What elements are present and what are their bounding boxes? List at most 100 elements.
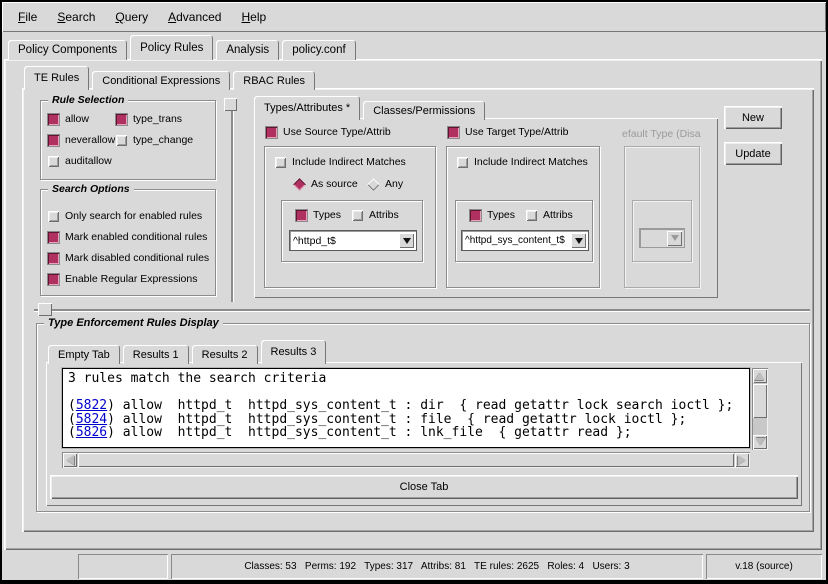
checkbox-indicator [275, 157, 286, 168]
checkbox-indicator [470, 210, 481, 221]
checkbox-use-target[interactable]: Use Target Type/Attrib [448, 126, 569, 138]
arrow-left-icon [66, 455, 74, 465]
tab-label: Results 1 [133, 349, 179, 361]
menu-advanced[interactable]: Advanced [158, 6, 231, 28]
checkbox-only-enabled[interactable]: Only search for enabled rules [48, 210, 209, 222]
tab-results-2[interactable]: Results 2 [192, 345, 258, 364]
arrow-down-icon [755, 438, 765, 446]
source-frame: Include Indirect Matches As source Any T… [264, 146, 436, 288]
checkbox-target-types[interactable]: Types [470, 209, 515, 221]
default-type-combobox [639, 228, 685, 248]
vertical-sash[interactable] [231, 98, 233, 302]
results-summary: 3 rules match the search criteria [68, 372, 744, 386]
checkbox-type-change[interactable]: type_change [116, 134, 193, 146]
scroll-up-button[interactable] [753, 369, 767, 383]
arrow-right-icon [738, 455, 746, 465]
checkbox-source-attribs[interactable]: Attribs [352, 209, 399, 221]
radio-as-source[interactable]: As source [293, 178, 358, 190]
chevron-down-icon [671, 235, 679, 241]
rule-selection-title: Rule Selection [48, 94, 128, 106]
checkbox-type-trans[interactable]: type_trans [116, 113, 193, 125]
vertical-sash-handle[interactable] [224, 98, 237, 111]
checkbox-indicator [48, 156, 59, 167]
horizontal-scrollbar-thumb[interactable] [78, 453, 734, 467]
scroll-down-button[interactable] [753, 435, 767, 449]
tab-te-rules[interactable]: TE Rules [24, 66, 89, 90]
new-button[interactable]: New [724, 106, 782, 129]
combobox-dropdown-button[interactable] [399, 233, 414, 248]
te-rules-display-group: Type Enforcement Rules Display Empty Tab… [36, 318, 810, 512]
checkbox-label: Enable Regular Expressions [65, 273, 198, 285]
tab-types-attributes[interactable]: Types/Attributes * [254, 96, 360, 120]
checkbox-indicator [48, 274, 59, 285]
policy-rules-panel: TE Rules Conditional Expressions RBAC Ru… [4, 59, 822, 550]
checkbox-indicator [116, 135, 127, 146]
criteria-tab-bar: Types/Attributes * Classes/Permissions [254, 96, 488, 120]
checkbox-mark-disabled[interactable]: Mark disabled conditional rules [48, 252, 209, 264]
checkbox-label: neverallow [65, 134, 115, 146]
status-stats: Classes: 53 Perms: 192 Types: 317 Attrib… [171, 554, 703, 579]
search-options-title: Search Options [48, 183, 134, 195]
horizontal-sash-handle[interactable] [38, 303, 52, 316]
tab-policy-components[interactable]: Policy Components [8, 40, 127, 60]
tab-label: Policy Rules [140, 42, 203, 54]
checkbox-allow[interactable]: allow [48, 113, 116, 125]
checkbox-neverallow[interactable]: neverallow [48, 134, 116, 146]
checkbox-target-indirect[interactable]: Include Indirect Matches [457, 156, 588, 168]
results-text-area[interactable]: 3 rules match the search criteria (5822)… [62, 368, 750, 448]
radio-any[interactable]: Any [367, 178, 403, 190]
blank-line [68, 386, 744, 400]
horizontal-scrollbar[interactable] [62, 452, 750, 468]
tab-policy-rules[interactable]: Policy Rules [130, 35, 213, 60]
rule-link[interactable]: 5826 [76, 425, 107, 440]
menu-help[interactable]: Help [231, 6, 276, 28]
tab-classes-permissions[interactable]: Classes/Permissions [363, 101, 485, 120]
checkbox-source-types[interactable]: Types [296, 209, 341, 221]
radio-indicator [293, 178, 306, 191]
button-label: Close Tab [400, 481, 449, 493]
checkbox-auditallow[interactable]: auditallow [48, 155, 116, 167]
tab-label: Results 3 [271, 346, 317, 358]
tab-analysis[interactable]: Analysis [216, 40, 279, 60]
tab-results-3[interactable]: Results 3 [261, 340, 327, 364]
scroll-left-button[interactable] [63, 453, 77, 467]
checkbox-mark-enabled[interactable]: Mark enabled conditional rules [48, 231, 209, 243]
tab-rbac-rules[interactable]: RBAC Rules [233, 71, 315, 90]
vertical-scrollbar-thumb[interactable] [753, 384, 767, 418]
checkbox-use-source[interactable]: Use Source Type/Attrib [266, 126, 391, 138]
tab-policy-conf[interactable]: policy.conf [282, 40, 355, 60]
target-type-combobox[interactable]: ^httpd_sys_content_t$ [461, 230, 589, 251]
checkbox-label: Attribs [369, 209, 399, 221]
checkbox-indicator [457, 157, 468, 168]
tab-label: policy.conf [292, 44, 345, 56]
tab-label: Conditional Expressions [102, 75, 220, 87]
horizontal-sash[interactable] [34, 309, 810, 311]
button-label: New [742, 112, 764, 124]
checkbox-regex[interactable]: Enable Regular Expressions [48, 273, 209, 285]
arrow-up-icon [755, 372, 765, 380]
te-rules-panel: Rule Selection allow type_trans neverall… [22, 88, 814, 532]
rule-selection-group: Rule Selection allow type_trans neverall… [40, 95, 216, 180]
combobox-dropdown-button[interactable] [571, 233, 586, 248]
checkbox-label: type_trans [133, 113, 182, 125]
update-button[interactable]: Update [724, 142, 782, 165]
source-type-combobox[interactable]: ^httpd_t$ [289, 230, 417, 251]
checkbox-label: Mark enabled conditional rules [65, 231, 207, 243]
rule-line: (5822) allow httpd_t httpd_sys_content_t… [68, 399, 744, 413]
checkbox-target-attribs[interactable]: Attribs [526, 209, 573, 221]
scroll-right-button[interactable] [735, 453, 749, 467]
tab-label: Empty Tab [58, 349, 110, 361]
menu-file[interactable]: File [8, 6, 47, 28]
checkbox-indicator [48, 232, 59, 243]
tab-conditional-expressions[interactable]: Conditional Expressions [92, 71, 230, 90]
menu-search[interactable]: Search [47, 6, 105, 28]
checkbox-source-indirect[interactable]: Include Indirect Matches [275, 156, 406, 168]
apol-window: File Search Query Advanced Help Policy C… [0, 0, 828, 584]
tab-empty-tab[interactable]: Empty Tab [48, 345, 120, 364]
menu-query[interactable]: Query [105, 6, 158, 28]
checkbox-label: Only search for enabled rules [65, 210, 202, 222]
vertical-scrollbar[interactable] [752, 368, 768, 450]
close-tab-button[interactable]: Close Tab [50, 475, 798, 499]
combobox-dropdown-button [667, 231, 682, 246]
tab-results-1[interactable]: Results 1 [123, 345, 189, 364]
